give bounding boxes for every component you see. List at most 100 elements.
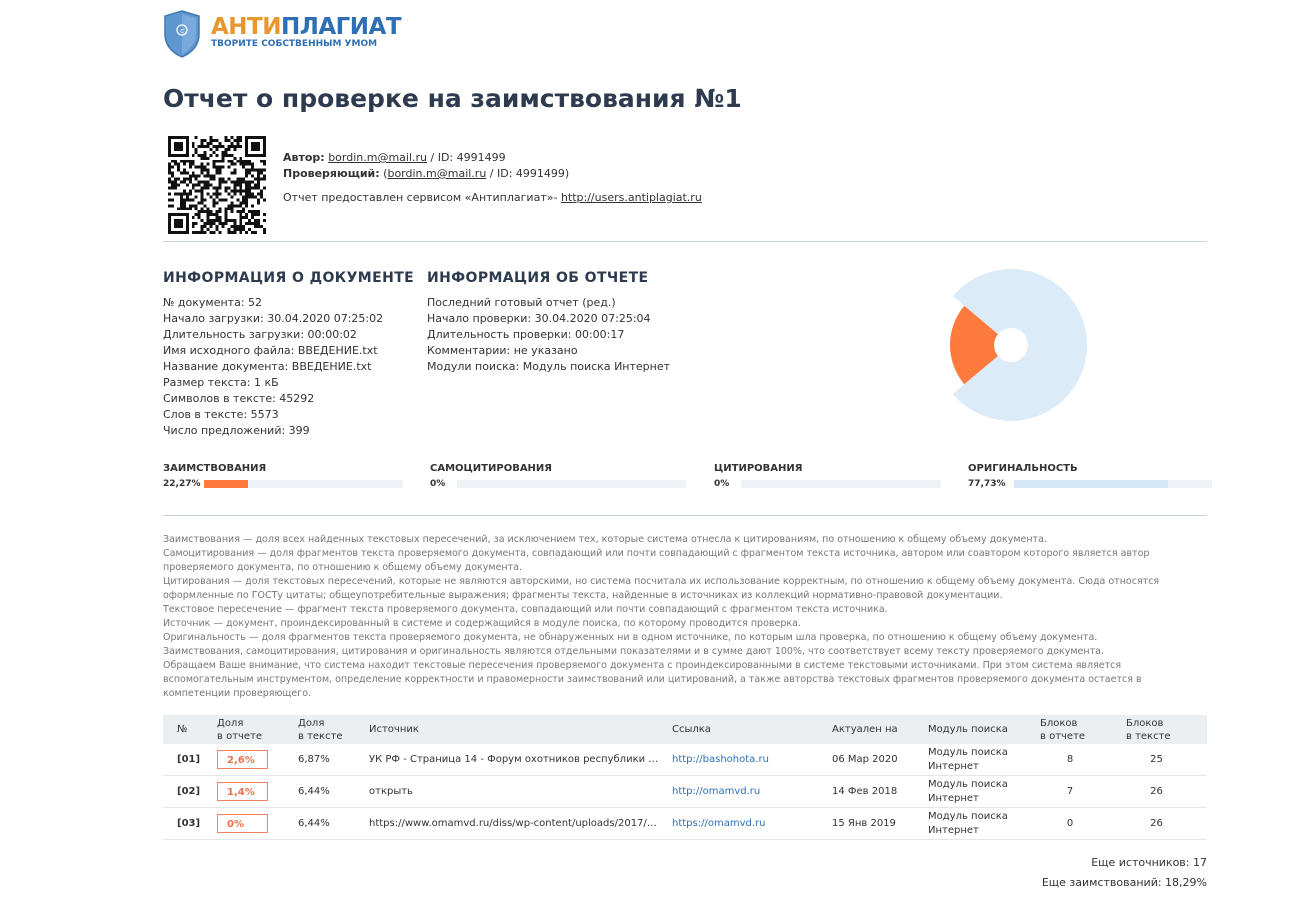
row-date: 15 Янв 2019 xyxy=(826,807,922,840)
header-module[interactable]: Модуль поиска xyxy=(922,715,1034,744)
more-borrowings: Еще заимствований: 18,29% xyxy=(1041,876,1207,889)
row-share-report-cell: 0% xyxy=(211,807,292,840)
header-source[interactable]: Источник xyxy=(363,715,666,744)
definition-paragraph: Текстовое пересечение — фрагмент текста … xyxy=(163,604,888,615)
header-link[interactable]: Ссылка xyxy=(666,715,826,744)
doc-info-list: № документа: 52 Начало загрузки: 30.04.20… xyxy=(163,295,383,439)
brand-tagline: ТВОРИТЕ СОБСТВЕННЫМ УМОМ xyxy=(211,39,378,49)
doc-info-item: № документа: 52 xyxy=(163,296,263,309)
row-source[interactable]: открыть xyxy=(363,775,666,808)
table-row[interactable]: [03] 0% 6,44% https://www.omamvd.ru/diss/wp… xyxy=(163,807,1207,840)
doc-info-item: Число предложений: 399 xyxy=(163,424,310,437)
reviewer-line: Проверяющий: (bordin.m@mail.ru / ID: 499… xyxy=(283,167,569,180)
author-label: Автор: xyxy=(283,151,325,164)
row-link[interactable]: http://bashohota.ru xyxy=(672,754,769,765)
stat-bar-fill xyxy=(1014,480,1168,488)
row-module-line2: Интернет xyxy=(928,792,979,804)
doc-info-item: Длительность загрузки: 00:00:02 xyxy=(163,328,357,341)
row-blocks-report: 0 xyxy=(1034,807,1106,840)
doc-info-item: Символов в тексте: 45292 xyxy=(163,392,315,405)
row-module: Модуль поиска Интернет xyxy=(922,807,1034,840)
row-share-report[interactable]: 0% xyxy=(217,814,268,833)
brand-name: АНТИПЛАГИАТ xyxy=(211,14,402,40)
stat-bar-track xyxy=(457,480,686,488)
header-share-report[interactable]: Доля в отчете xyxy=(211,715,292,744)
row-num: [03] xyxy=(163,807,211,840)
table-row[interactable]: [02] 1,4% 6,44% открыть http://omamvd.ru 14 Ф… xyxy=(163,775,1207,808)
stat-value: 77,73% xyxy=(968,479,1006,489)
row-share-report[interactable]: 1,4% xyxy=(217,782,268,801)
stat-label: ОРИГИНАЛЬНОСТЬ xyxy=(968,463,1078,474)
row-link-cell: http://omamvd.ru xyxy=(666,775,826,808)
author-email-link[interactable]: bordin.m@mail.ru xyxy=(328,151,427,164)
header-share-text[interactable]: Доля в тексте xyxy=(292,715,363,744)
row-blocks-text: 26 xyxy=(1106,807,1207,840)
table-row[interactable]: [01] 2,6% 6,87% УК РФ - Страница 14 - Форум… xyxy=(163,744,1207,776)
author-id: / ID: 4991499 xyxy=(430,151,506,164)
row-num: [01] xyxy=(163,744,211,776)
report-info-item: Последний готовый отчет (ред.) xyxy=(427,296,616,309)
sources-table: № Доля в отчете Доля в тексте Источник Ссы… xyxy=(163,715,1207,840)
row-blocks-report: 8 xyxy=(1034,744,1106,776)
brand-name-part1: АНТИ xyxy=(211,14,282,40)
report-info-item: Длительность проверки: 00:00:17 xyxy=(427,328,625,341)
stat-value: 0% xyxy=(714,479,730,489)
row-module-line1: Модуль поиска xyxy=(928,778,1008,790)
page-title: Отчет о проверке на заимствования №1 xyxy=(163,84,742,113)
row-module-line1: Модуль поиска xyxy=(928,746,1008,758)
row-module-line1: Модуль поиска xyxy=(928,810,1008,822)
definitions-text: Заимствования — доля всех найденных текс… xyxy=(163,533,1163,701)
divider xyxy=(163,241,1207,242)
definition-paragraph: Заимствования, самоцитирования, цитирова… xyxy=(163,646,1104,657)
definition-paragraph: Заимствования — доля всех найденных текс… xyxy=(163,534,1047,545)
row-share-text: 6,44% xyxy=(292,807,363,840)
header-date[interactable]: Актуален на xyxy=(826,715,922,744)
doc-info-heading: ИНФОРМАЦИЯ О ДОКУМЕНТЕ xyxy=(163,270,415,286)
table-header-row: № Доля в отчете Доля в тексте Источник Ссы… xyxy=(163,715,1207,744)
row-share-report[interactable]: 2,6% xyxy=(217,750,268,769)
stat-bar-track xyxy=(1014,480,1212,488)
doc-info-item: Слов в тексте: 5573 xyxy=(163,408,279,421)
header-share-report-line2: в отчете xyxy=(217,730,263,742)
row-module: Модуль поиска Интернет xyxy=(922,775,1034,808)
header-blocks-text[interactable]: Блоков в тексте xyxy=(1106,715,1207,744)
row-num: [02] xyxy=(163,775,211,808)
reviewer-email-link[interactable]: bordin.m@mail.ru xyxy=(387,167,486,180)
pie-center-hole xyxy=(994,328,1028,362)
doc-info-item: Название документа: ВВЕДЕНИЕ.txt xyxy=(163,360,372,373)
definition-paragraph: Оригинальность — доля фрагментов текста … xyxy=(163,632,1098,643)
stat-bar-fill xyxy=(204,480,249,488)
stat-label: САМОЦИТИРОВАНИЯ xyxy=(430,463,552,474)
row-module-line2: Интернет xyxy=(928,760,979,772)
header-blocks-text-line1: Блоков xyxy=(1126,717,1164,729)
shield-copyright-icon: c xyxy=(164,10,200,58)
row-blocks-report: 7 xyxy=(1034,775,1106,808)
qr-code-image xyxy=(168,136,266,234)
stat-bar-track xyxy=(204,480,403,488)
stat-value: 22,27% xyxy=(163,479,201,489)
reviewer-label: Проверяющий: xyxy=(283,167,380,180)
reviewer-id: / ID: 4991499) xyxy=(489,167,570,180)
provider-link[interactable]: http://users.antiplagiat.ru xyxy=(561,191,702,204)
row-module: Модуль поиска Интернет xyxy=(922,744,1034,776)
row-link[interactable]: http://omamvd.ru xyxy=(672,786,760,797)
row-source[interactable]: УК РФ - Страница 14 - Форум охотников ре… xyxy=(363,744,666,776)
row-share-text: 6,87% xyxy=(292,744,363,776)
row-source[interactable]: https://www.omamvd.ru/diss/wp-content/up… xyxy=(363,807,666,840)
row-link-cell: http://bashohota.ru xyxy=(666,744,826,776)
report-info-item: Комментарии: не указано xyxy=(427,344,578,357)
report-info-item: Начало проверки: 30.04.2020 07:25:04 xyxy=(427,312,651,325)
definition-paragraph: Цитирования — доля текстовых пересечений… xyxy=(163,576,1160,601)
row-share-report-cell: 2,6% xyxy=(211,744,292,776)
row-link[interactable]: https://omamvd.ru xyxy=(672,818,765,829)
stat-bar-track xyxy=(741,480,941,488)
header-share-text-line2: в тексте xyxy=(298,730,343,742)
header-blocks-report[interactable]: Блоков в отчете xyxy=(1034,715,1106,744)
doc-info-item: Начало загрузки: 30.04.2020 07:25:02 xyxy=(163,312,384,325)
author-line: Автор: bordin.m@mail.ru / ID: 4991499 xyxy=(283,151,506,164)
definition-paragraph: Самоцитирования — доля фрагментов текста… xyxy=(163,548,1150,573)
header-blocks-text-line2: в тексте xyxy=(1126,730,1171,742)
report-info-heading: ИНФОРМАЦИЯ ОБ ОТЧЕТЕ xyxy=(427,270,649,286)
svg-text:c: c xyxy=(180,27,184,35)
stat-label: ЦИТИРОВАНИЯ xyxy=(714,463,803,474)
